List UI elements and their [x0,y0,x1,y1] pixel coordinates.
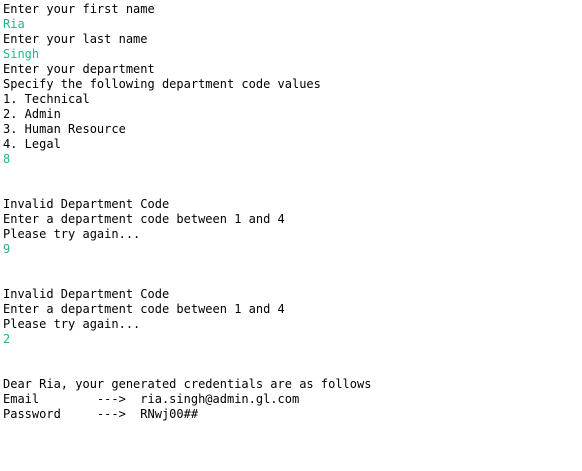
console-output-line: Email ---> ria.singh@admin.gl.com [3,392,300,406]
console-output-line: 2. Admin [3,107,61,121]
console-output-line: Specify the following department code va… [3,77,321,91]
console-output: Enter your first name Ria Enter your last … [3,2,582,471]
console-output-line: Invalid Department Code [3,197,170,211]
console-user-input-line: 9 [3,242,11,256]
console-output-line: Enter your department [3,62,155,76]
console-output-line: Dear Ria, your generated credentials are… [3,377,372,391]
console-user-input-line: Singh [3,47,40,61]
console-output-line: 3. Human Resource [3,122,126,136]
console-output-line: 4. Legal [3,137,61,151]
console-output-line: Enter your last name [3,32,148,46]
console-output-line: Please try again... [3,227,141,241]
console-output-line: Please try again... [3,317,141,331]
console-output-line: Enter a department code between 1 and 4 [3,212,285,226]
console-user-input-line: 2 [3,332,11,346]
console-user-input-line: Ria [3,17,25,31]
console-output-line: Invalid Department Code [3,287,170,301]
console-output-line: 1. Technical [3,92,90,106]
console-output-line: Enter a department code between 1 and 4 [3,302,285,316]
console-output-line: Password ---> RNwj00## [3,407,199,421]
console-output-line: Enter your first name [3,2,155,16]
console-user-input-line: 8 [3,152,11,166]
